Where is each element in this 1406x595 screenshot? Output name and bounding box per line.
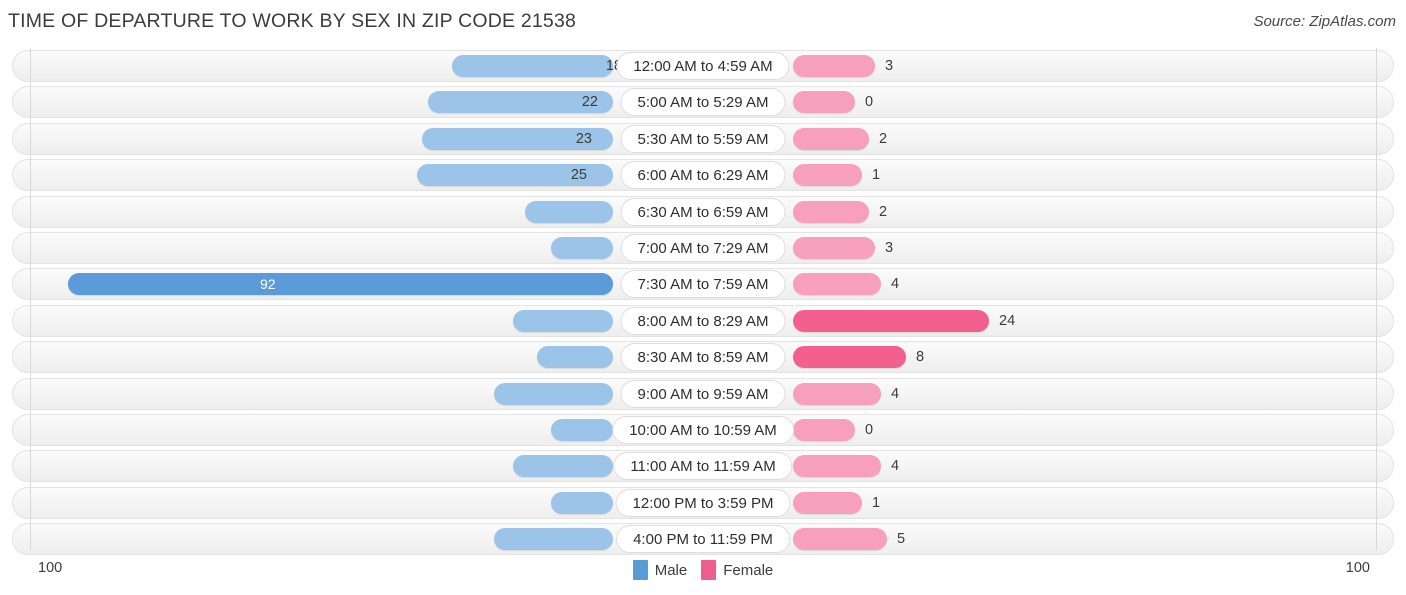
category-label: 7:00 AM to 7:29 AM — [620, 233, 786, 262]
bar-male[interactable] — [551, 418, 613, 441]
chart-footer: 100 100 Male Female — [0, 552, 1406, 595]
bar-female[interactable] — [793, 200, 869, 223]
bar-row[interactable]: 6248:00 AM to 8:29 AM — [0, 303, 1406, 339]
value-label-female: 2 — [879, 203, 888, 220]
category-label: 6:00 AM to 6:29 AM — [620, 161, 786, 190]
row-bars: 23 2 5:30 AM to 5:59 AM — [0, 121, 1406, 157]
row-bars: 25 1 6:00 AM to 6:29 AM — [0, 157, 1406, 193]
category-label: 11:00 AM to 11:59 AM — [613, 452, 793, 481]
value-label-female: 2 — [879, 130, 888, 147]
bar-female[interactable] — [793, 55, 875, 77]
category-label: 4:00 PM to 11:59 PM — [616, 525, 790, 554]
bar-row[interactable]: 18 3 12:00 AM to 4:59 AM — [0, 48, 1406, 84]
category-label: 12:00 PM to 3:59 PM — [615, 488, 791, 517]
bar-female[interactable] — [793, 309, 989, 332]
bar-female[interactable] — [793, 127, 869, 150]
value-label-female: 0 — [865, 421, 874, 438]
bar-female[interactable] — [793, 382, 881, 405]
legend-swatch-male-icon — [632, 560, 648, 580]
category-label: 5:00 AM to 5:29 AM — [620, 88, 786, 117]
chart-header: TIME OF DEPARTURE TO WORK BY SEX IN ZIP … — [0, 0, 1406, 46]
row-bars: 6248:00 AM to 8:29 AM — [0, 303, 1406, 339]
bar-male[interactable] — [494, 382, 613, 405]
plot-area: 18 3 12:00 AM to 4:59 AM 22 0 5:00 AM to 5:29… — [0, 48, 1406, 556]
row-bars: 0010:00 AM to 10:59 AM — [0, 412, 1406, 448]
legend-swatch-female-icon — [701, 560, 717, 580]
bar-female[interactable] — [793, 273, 881, 296]
value-label-male: 18 — [605, 58, 622, 74]
row-bars: 92 4 7:30 AM to 7:59 AM — [0, 266, 1406, 302]
category-label: 6:30 AM to 6:59 AM — [620, 197, 786, 226]
bar-row[interactable]: 92 4 7:30 AM to 7:59 AM — [0, 266, 1406, 302]
bar-female[interactable] — [793, 418, 855, 441]
bar-female[interactable] — [793, 491, 862, 514]
row-bars: 1054:00 PM to 11:59 PM — [0, 521, 1406, 557]
value-label-female: 1 — [872, 494, 881, 511]
bar-male[interactable] — [551, 236, 613, 259]
value-label-female: 4 — [891, 385, 900, 402]
page-title: TIME OF DEPARTURE TO WORK BY SEX IN ZIP … — [8, 10, 577, 32]
bar-row[interactable]: 1049:00 AM to 9:59 AM — [0, 376, 1406, 412]
bar-row[interactable]: 426:30 AM to 6:59 AM — [0, 194, 1406, 230]
bar-male[interactable] — [513, 309, 613, 332]
bar-female[interactable] — [793, 236, 875, 259]
bar-row[interactable]: 22 0 5:00 AM to 5:29 AM — [0, 84, 1406, 120]
category-label: 7:30 AM to 7:59 AM — [620, 270, 786, 299]
bar-row[interactable]: 288:30 AM to 8:59 AM — [0, 339, 1406, 375]
bar-male[interactable] — [537, 346, 613, 369]
bar-female[interactable] — [793, 528, 887, 551]
category-label: 8:30 AM to 8:59 AM — [620, 343, 786, 372]
bar-row[interactable]: 6411:00 AM to 11:59 AM — [0, 448, 1406, 484]
bar-row[interactable]: 0112:00 PM to 3:59 PM — [0, 485, 1406, 521]
row-bars: 0112:00 PM to 3:59 PM — [0, 485, 1406, 521]
bar-female[interactable] — [793, 346, 906, 369]
bar-male[interactable] — [551, 491, 613, 514]
value-label-female: 3 — [885, 58, 894, 74]
value-label-male: 92 — [260, 276, 276, 293]
bar-rows: 18 3 12:00 AM to 4:59 AM 22 0 5:00 AM to 5:29… — [0, 48, 1406, 557]
category-label: 5:30 AM to 5:59 AM — [620, 124, 786, 153]
row-bars: 037:00 AM to 7:29 AM — [0, 230, 1406, 266]
value-label-male: 23 — [575, 130, 592, 147]
bar-row[interactable]: 25 1 6:00 AM to 6:29 AM — [0, 157, 1406, 193]
row-bars: 18 3 12:00 AM to 4:59 AM — [0, 48, 1406, 84]
bar-row[interactable]: 0010:00 AM to 10:59 AM — [0, 412, 1406, 448]
legend-label-female: Female — [723, 561, 774, 579]
category-label: 10:00 AM to 10:59 AM — [612, 415, 794, 444]
bar-row[interactable]: 037:00 AM to 7:29 AM — [0, 230, 1406, 266]
bar-row[interactable]: 23 2 5:30 AM to 5:59 AM — [0, 121, 1406, 157]
bar-male[interactable] — [494, 528, 613, 551]
legend-item-female[interactable]: Female — [701, 560, 773, 580]
bar-male[interactable] — [525, 200, 613, 223]
value-label-female: 4 — [891, 458, 900, 475]
row-bars: 6411:00 AM to 11:59 AM — [0, 448, 1406, 484]
row-bars: 288:30 AM to 8:59 AM — [0, 339, 1406, 375]
source-attribution: Source: ZipAtlas.com — [1253, 13, 1396, 30]
bar-row[interactable]: 1054:00 PM to 11:59 PM — [0, 521, 1406, 557]
value-label-female: 1 — [872, 167, 881, 184]
chart-container: TIME OF DEPARTURE TO WORK BY SEX IN ZIP … — [0, 0, 1406, 595]
value-label-female: 8 — [916, 349, 925, 366]
bar-male[interactable] — [513, 455, 613, 478]
row-bars: 22 0 5:00 AM to 5:29 AM — [0, 84, 1406, 120]
value-label-male: 22 — [581, 94, 598, 111]
category-label: 9:00 AM to 9:59 AM — [620, 379, 786, 408]
legend: Male Female — [0, 560, 1406, 580]
bar-male[interactable] — [68, 273, 613, 296]
value-label-female: 3 — [885, 239, 894, 256]
row-bars: 426:30 AM to 6:59 AM — [0, 194, 1406, 230]
value-label-male: 25 — [570, 167, 587, 184]
value-label-female: 0 — [865, 94, 874, 111]
row-bars: 1049:00 AM to 9:59 AM — [0, 376, 1406, 412]
value-label-female: 4 — [891, 276, 900, 293]
bar-female[interactable] — [793, 91, 855, 114]
category-label: 8:00 AM to 8:29 AM — [620, 306, 786, 335]
value-label-female: 5 — [897, 531, 906, 548]
value-label-female: 24 — [999, 312, 1016, 329]
category-label: 12:00 AM to 4:59 AM — [616, 52, 790, 80]
legend-item-male[interactable]: Male — [632, 560, 688, 580]
legend-label-male: Male — [654, 561, 688, 579]
bar-female[interactable] — [793, 455, 881, 478]
bar-female[interactable] — [793, 164, 862, 187]
